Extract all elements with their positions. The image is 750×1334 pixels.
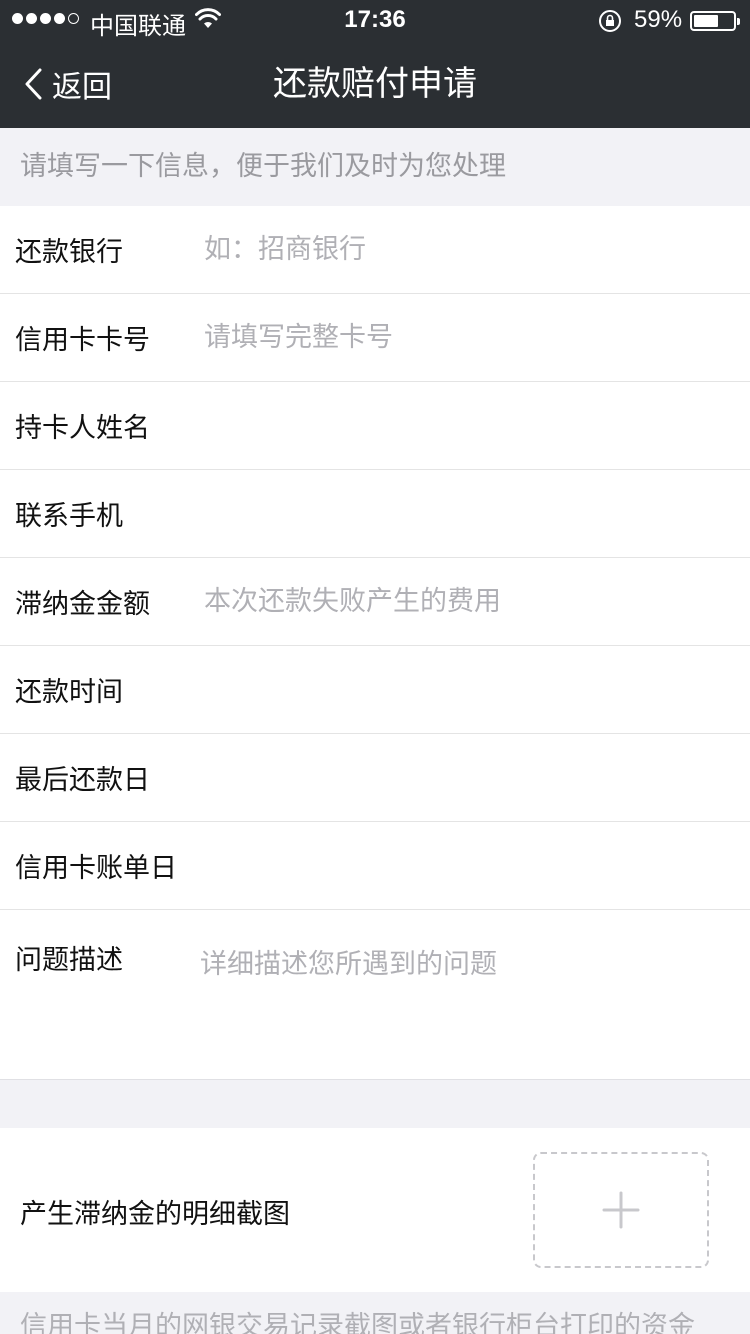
section-divider	[0, 1081, 750, 1128]
back-label: 返回	[52, 70, 112, 105]
form-row-cardholder-name: 持卡人姓名	[0, 382, 750, 470]
upload-note-text: 信用卡当月的网银交易记录截图或者银行柜台打印的资金	[20, 1311, 695, 1334]
rotation-lock-icon	[598, 9, 622, 38]
status-bar: 中国联通 17:36 59%	[0, 0, 750, 40]
field-label: 持卡人姓名	[15, 413, 150, 444]
page-title: 还款赔付申请	[273, 64, 477, 104]
form-row-late-fee-amount: 滞纳金金额	[0, 558, 750, 646]
form-row-problem-description: 问题描述	[0, 910, 750, 1080]
claim-form: 还款银行 信用卡卡号 持卡人姓名 联系手机 滞纳金金额 还款时间 最后还款日 信…	[0, 206, 750, 1080]
form-row-repayment-time: 还款时间	[0, 646, 750, 734]
form-row-due-date: 最后还款日	[0, 734, 750, 822]
add-image-button[interactable]	[533, 1152, 709, 1268]
field-label: 滞纳金金额	[15, 589, 150, 620]
field-label: 问题描述	[15, 945, 123, 976]
battery-icon	[690, 11, 740, 31]
repayment-bank-input[interactable]	[190, 219, 730, 280]
form-row-contact-phone: 联系手机	[0, 470, 750, 558]
field-label: 还款银行	[15, 237, 123, 268]
due-date-input[interactable]	[190, 747, 730, 808]
plus-icon	[602, 1191, 640, 1229]
field-label: 还款时间	[15, 677, 123, 708]
cardholder-name-input[interactable]	[190, 395, 730, 456]
upload-note: 信用卡当月的网银交易记录截图或者银行柜台打印的资金	[0, 1292, 750, 1334]
screenshot-upload-section: 产生滞纳金的明细截图	[0, 1128, 750, 1292]
field-label: 联系手机	[15, 501, 123, 532]
form-row-statement-date: 信用卡账单日	[0, 822, 750, 910]
upload-label: 产生滞纳金的明细截图	[20, 1199, 290, 1230]
battery-percentage: 59%	[634, 6, 683, 33]
field-label: 信用卡卡号	[15, 325, 150, 356]
card-number-input[interactable]	[190, 307, 730, 368]
navigation-bar: 还款赔付申请 返回	[0, 40, 750, 128]
repayment-time-input[interactable]	[190, 659, 730, 720]
form-row-card-number: 信用卡卡号	[0, 294, 750, 382]
field-label: 最后还款日	[15, 765, 150, 796]
problem-description-textarea[interactable]	[190, 934, 730, 1054]
form-hint: 请填写一下信息，便于我们及时为您处理	[0, 128, 750, 206]
back-button[interactable]: 返回	[24, 40, 112, 128]
statement-date-input[interactable]	[190, 835, 730, 896]
form-row-repayment-bank: 还款银行	[0, 206, 750, 294]
field-label: 信用卡账单日	[15, 853, 177, 884]
contact-phone-input[interactable]	[190, 483, 730, 544]
late-fee-amount-input[interactable]	[190, 571, 730, 632]
chevron-left-icon	[25, 68, 42, 100]
